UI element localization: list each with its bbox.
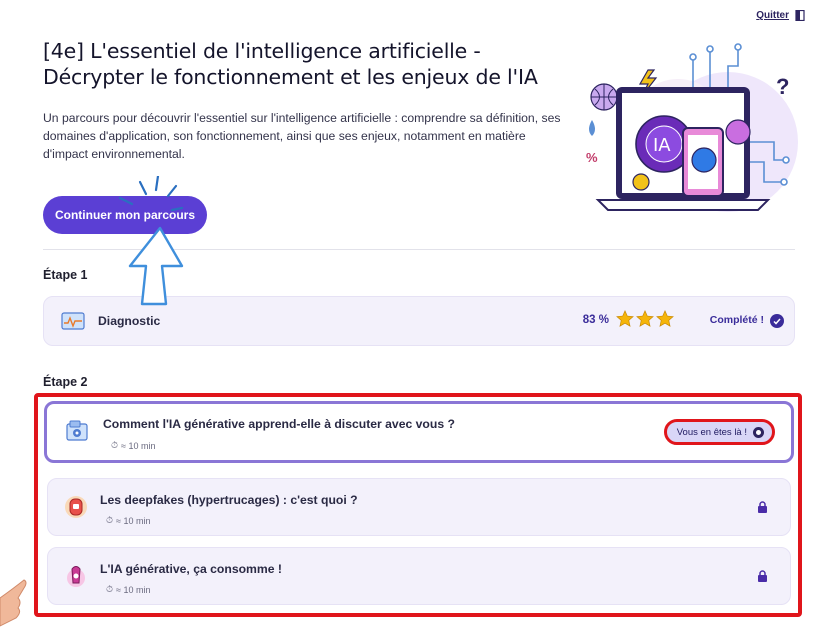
hero-badge-text: IA	[653, 135, 671, 156]
step-item-diagnostic[interactable]: Diagnostic 83 % Complété !	[43, 296, 795, 346]
current-position-badge: Vous en êtes là !	[663, 419, 775, 445]
pointing-hand-icon	[0, 579, 27, 627]
step-item-locked[interactable]: Les deepfakes (hypertrucages) : c'est qu…	[47, 478, 791, 536]
step-item-title: L'IA générative, ça consomme !	[100, 562, 282, 576]
quit-button[interactable]: Quitter	[756, 10, 805, 21]
location-pin-icon	[753, 426, 764, 438]
current-position-label: Vous en êtes là !	[676, 426, 747, 438]
clock-icon: ⏱	[106, 515, 114, 525]
svg-text:?: ?	[776, 74, 789, 99]
deepfake-icon	[64, 494, 90, 520]
duration-text: ≈ 10 min	[121, 440, 156, 451]
duration-text: ≈ 10 min	[116, 584, 151, 595]
step-item-current[interactable]: Comment l'IA générative apprend-elle à d…	[44, 401, 794, 463]
step-item-title: Les deepfakes (hypertrucages) : c'est qu…	[100, 493, 358, 507]
score-value: 83 %	[582, 314, 609, 326]
exit-door-icon	[795, 10, 805, 21]
duration: ⏱ ≈ 10 min	[106, 515, 150, 526]
clock-icon: ⏱	[106, 584, 114, 594]
continue-course-button[interactable]: Continuer mon parcours	[43, 196, 207, 234]
duration: ⏱ ≈ 10 min	[111, 440, 155, 451]
chat-robot-icon	[65, 419, 91, 445]
step-item-title: Comment l'IA générative apprend-elle à d…	[103, 417, 455, 431]
course-page: Quitter [4e] L'essentiel de l'intelligen…	[0, 0, 825, 630]
ai-laptop-illustration: ? % IA	[586, 43, 798, 212]
completed-status: Complété !	[709, 314, 764, 326]
star-rating	[616, 310, 674, 327]
clock-icon: ⏱	[111, 440, 119, 450]
course-description: Un parcours pour découvrir l'essentiel s…	[43, 111, 561, 161]
page-title: [4e] L'essentiel de l'intelligence artif…	[43, 39, 538, 89]
diagnostic-icon	[60, 308, 86, 334]
duration: ⏱ ≈ 10 min	[106, 584, 150, 595]
check-icon	[770, 314, 784, 328]
svg-text:%: %	[586, 150, 598, 165]
duration-text: ≈ 10 min	[116, 515, 151, 526]
star-icon	[656, 310, 674, 327]
star-icon	[616, 310, 634, 327]
step-1-label: Étape 1	[43, 268, 88, 282]
quit-label: Quitter	[756, 10, 789, 21]
star-icon	[636, 310, 654, 327]
step-item-locked[interactable]: L'IA générative, ça consomme ! ⏱ ≈ 10 mi…	[47, 547, 791, 605]
step-2-label: Étape 2	[43, 375, 88, 389]
consumption-icon	[64, 563, 90, 589]
lock-icon	[758, 501, 767, 513]
lock-icon	[758, 570, 767, 582]
divider	[43, 249, 795, 250]
step-item-title: Diagnostic	[98, 314, 161, 328]
